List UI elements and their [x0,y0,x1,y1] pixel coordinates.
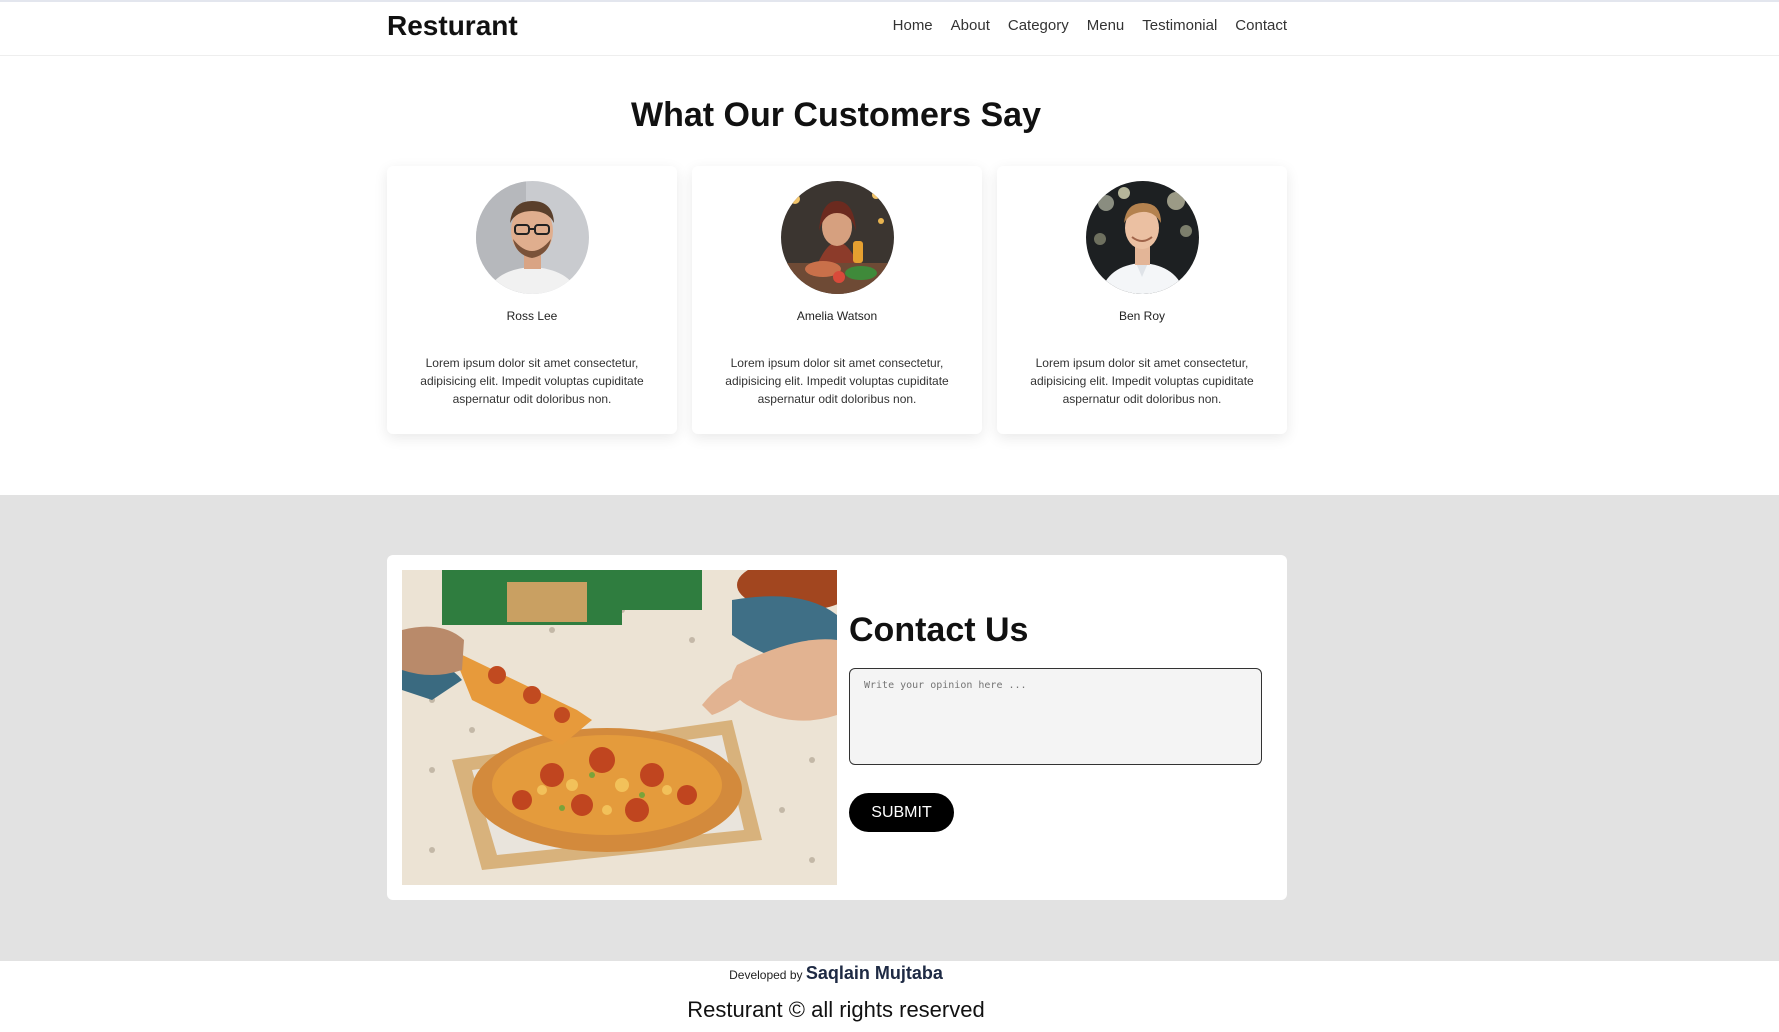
copyright-text: Resturant © all rights reserved [687,997,985,1022]
contact-section: Contact Us SUBMIT [0,495,1779,961]
avatar [780,181,894,294]
nav-category-link[interactable]: Category [1008,17,1069,34]
brand-logo[interactable]: Resturant [387,10,518,42]
submit-button[interactable]: SUBMIT [849,793,954,832]
developed-by-label: Developed by [729,968,803,982]
opinion-input[interactable] [849,668,1262,765]
testimonial-card: Ross Lee Lorem ipsum dolor sit amet cons… [387,166,677,434]
nav-contact-link[interactable]: Contact [1235,17,1287,34]
contact-image [402,570,837,885]
nav-menu-link[interactable]: Menu [1087,17,1125,34]
testimonial-text: Lorem ipsum dolor sit amet consectetur, … [725,356,949,406]
contact-title: Contact Us [849,611,1029,649]
customer-name: Amelia Watson [796,309,878,323]
navbar: Resturant Home About Category Menu Testi… [0,0,1779,56]
customer-photo-icon [475,181,589,294]
testimonials-title: What Our Customers Say [631,96,1041,134]
developer-credit: Developed by Saqlain Mujtaba [0,963,1672,984]
customer-name: Ross Lee [506,309,558,323]
avatar [1085,181,1199,294]
pizza-photo-icon [402,570,837,885]
page: Resturant Home About Category Menu Testi… [0,0,1779,1032]
customer-name: Ben Roy [1118,309,1166,323]
contact-card: Contact Us SUBMIT [387,555,1287,900]
nav-home-link[interactable]: Home [893,17,933,34]
testimonial-card: Ben Roy Lorem ipsum dolor sit amet conse… [997,166,1287,434]
testimonial-card: Amelia Watson Lorem ipsum dolor sit amet… [692,166,982,434]
testimonial-cards: Ross Lee Lorem ipsum dolor sit amet cons… [387,166,1287,434]
customer-photo-icon [1085,181,1199,294]
testimonial-text: Lorem ipsum dolor sit amet consectetur, … [420,356,644,406]
nav-links: Home About Category Menu Testimonial Con… [893,17,1287,34]
avatar [475,181,589,294]
nav-testimonial-link[interactable]: Testimonial [1142,17,1217,34]
customer-photo-icon [780,181,894,294]
nav-about-link[interactable]: About [951,17,990,34]
author-name: Saqlain Mujtaba [805,963,943,983]
testimonial-text: Lorem ipsum dolor sit amet consectetur, … [1030,356,1254,406]
